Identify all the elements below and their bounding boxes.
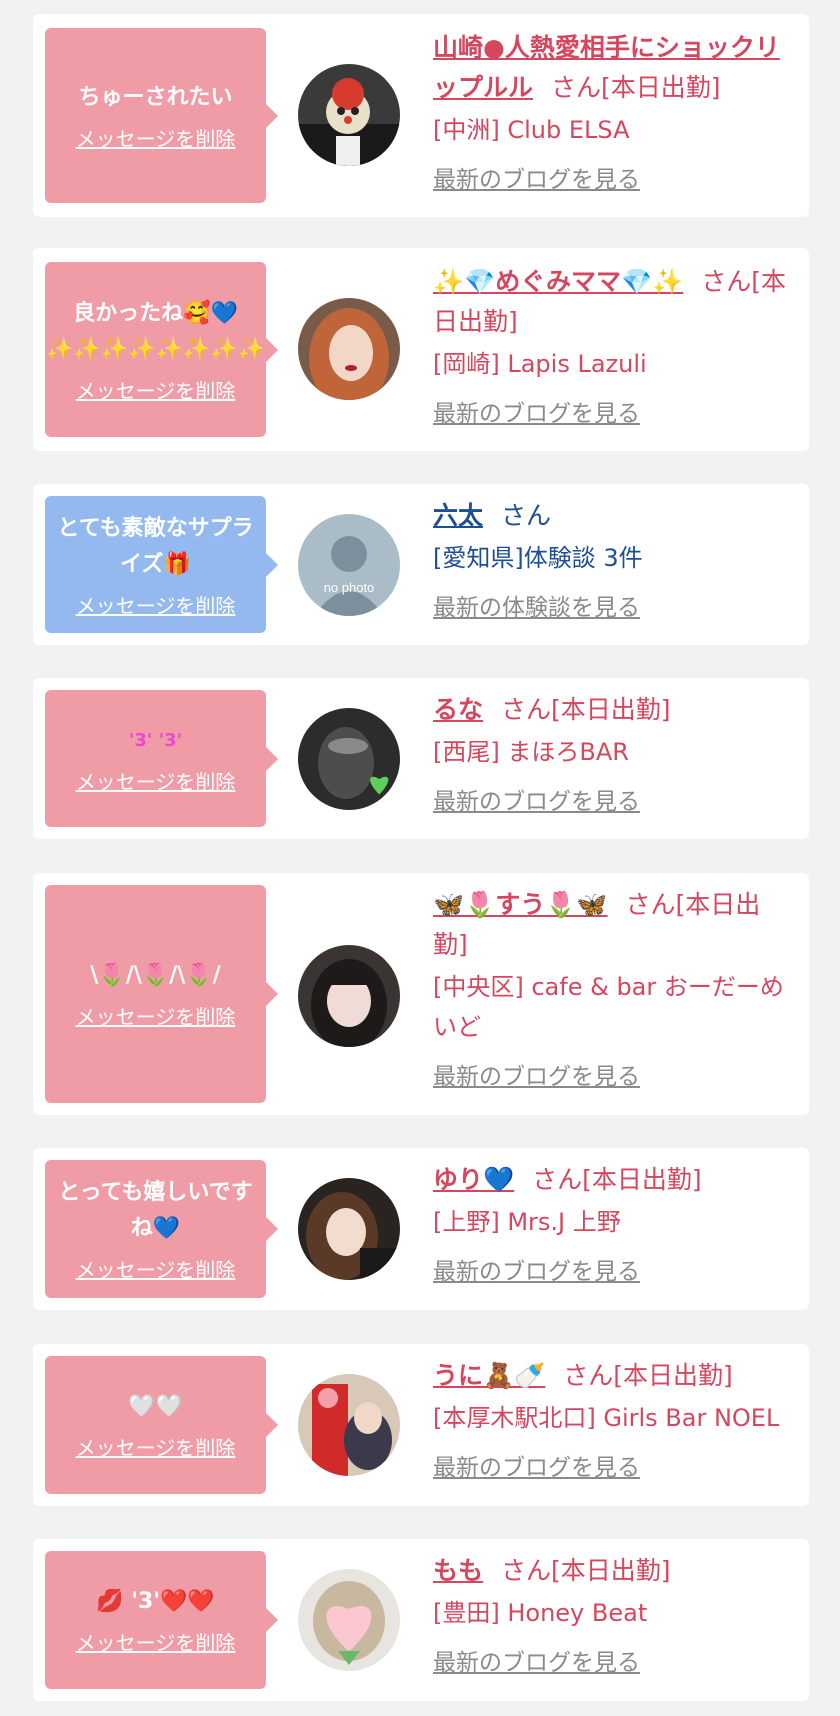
shop-name: [西尾] まほろBAR xyxy=(433,738,629,766)
delete-message-link[interactable]: メッセージを削除 xyxy=(76,1257,236,1283)
message-card: 🤍🤍 メッセージを削除 うに🧸🍼 さん[本日出勤] [本厚木駅北口] Girls … xyxy=(33,1344,809,1506)
san-label: さん xyxy=(625,890,676,919)
delete-message-link[interactable]: メッセージを削除 xyxy=(76,1435,236,1461)
san-label: さん xyxy=(563,1361,614,1390)
message-bubble: 💋 '3'❤️❤️ メッセージを削除 xyxy=(45,1551,278,1689)
attendance-status: [本日出勤] xyxy=(582,1165,702,1194)
cast-info: 山崎●人熱愛相手にショックリップルル さん[本日出勤] [中洲] Club ELS… xyxy=(433,28,793,194)
message-bubble: とても素敵なサプライズ🎁 メッセージを削除 xyxy=(45,496,278,633)
latest-blog-link[interactable]: 最新のブログを見る xyxy=(433,1643,640,1677)
cast-info: ✨💎めぐみママ💎✨ さん[本日出勤] [岡崎] Lapis Lazuli 最新のブ… xyxy=(433,262,793,428)
cast-info: るな さん[本日出勤] [西尾] まほろBAR 最新のブログを見る xyxy=(433,690,793,816)
delete-message-link[interactable]: メッセージを削除 xyxy=(76,769,236,795)
cast-name-link[interactable]: うに🧸🍼 xyxy=(433,1361,545,1390)
delete-message-link[interactable]: メッセージを削除 xyxy=(76,126,236,152)
cast-name-link[interactable]: ✨💎めぐみママ💎✨ xyxy=(433,267,683,296)
san-label: さん xyxy=(532,1165,583,1194)
message-bubble: '3' '3' メッセージを削除 xyxy=(45,690,278,827)
message-bubble: ちゅーされたい メッセージを削除 xyxy=(45,28,278,203)
message-text: ちゅーされたい xyxy=(78,84,233,110)
san-label: さん xyxy=(501,695,552,724)
message-text: とても素敵なサプライズ🎁 xyxy=(57,515,254,577)
avatar[interactable] xyxy=(298,708,400,810)
message-list: ちゅーされたい メッセージを削除 山崎●人熱愛相手にショックリップルル さん[本日… xyxy=(0,0,840,1716)
message-text: 💋 '3'❤️❤️ xyxy=(96,1589,215,1614)
delete-message-link[interactable]: メッセージを削除 xyxy=(76,1004,236,1030)
shop-name: [豊田] Honey Beat xyxy=(433,1599,648,1627)
avatar[interactable] xyxy=(298,64,400,166)
latest-review-link[interactable]: 最新の体験談を見る xyxy=(433,588,640,622)
cast-info: もも さん[本日出勤] [豊田] Honey Beat 最新のブログを見る xyxy=(433,1551,793,1677)
attendance-status: [本日出勤] xyxy=(551,1556,671,1585)
latest-blog-link[interactable]: 最新のブログを見る xyxy=(433,1448,640,1482)
message-card: \🌷/\🌷/\🌷/ メッセージを削除 🦋🌷すう🌷🦋 さん[本日出勤] [中央区] … xyxy=(33,873,809,1115)
latest-blog-link[interactable]: 最新のブログを見る xyxy=(433,782,640,816)
latest-blog-link[interactable]: 最新のブログを見る xyxy=(433,160,640,194)
reviewer-name-link[interactable]: 六太 xyxy=(433,501,483,530)
message-text: '3' '3' xyxy=(128,729,183,751)
attendance-status: [本日出勤] xyxy=(551,695,671,724)
attendance-status: [本日出勤] xyxy=(613,1361,733,1390)
message-card: とても素敵なサプライズ🎁 メッセージを削除 no photo 六太 さん [愛知県… xyxy=(33,484,809,645)
cast-info: 六太 さん [愛知県]体験談 3件 最新の体験談を見る xyxy=(433,496,793,622)
cast-info: 🦋🌷すう🌷🦋 さん[本日出勤] [中央区] cafe & bar おーだーめいど … xyxy=(433,885,793,1091)
shop-name: [上野] Mrs.J 上野 xyxy=(433,1208,621,1236)
delete-message-link[interactable]: メッセージを削除 xyxy=(76,1630,236,1656)
shop-name: [中洲] Club ELSA xyxy=(433,116,630,144)
attendance-status: [本日出勤] xyxy=(601,73,721,102)
message-bubble: とっても嬉しいですね💙 メッセージを削除 xyxy=(45,1160,278,1298)
shop-name: [本厚木駅北口] Girls Bar NOEL xyxy=(433,1404,780,1432)
message-text: とっても嬉しいですね💙 xyxy=(58,1180,253,1241)
cast-name-link[interactable]: ゆり💙 xyxy=(433,1165,514,1194)
review-count: [愛知県]体験談 3件 xyxy=(433,544,643,572)
avatar[interactable] xyxy=(298,298,400,400)
message-card: '3' '3' メッセージを削除 るな さん[本日出勤] [西尾] まほろBAR … xyxy=(33,678,809,839)
san-label: さん xyxy=(501,501,552,530)
avatar[interactable] xyxy=(298,1178,400,1280)
latest-blog-link[interactable]: 最新のブログを見る xyxy=(433,1252,640,1286)
shop-name: [中央区] cafe & bar おーだーめいど xyxy=(433,973,784,1041)
avatar[interactable] xyxy=(298,945,400,1047)
delete-message-link[interactable]: メッセージを削除 xyxy=(76,378,236,404)
message-card: とっても嬉しいですね💙 メッセージを削除 ゆり💙 さん[本日出勤] [上野] Mr… xyxy=(33,1148,809,1310)
san-label: さん xyxy=(501,1556,552,1585)
message-bubble: 🤍🤍 メッセージを削除 xyxy=(45,1356,278,1494)
san-label: さん xyxy=(551,73,602,102)
cast-name-link[interactable]: るな xyxy=(433,695,483,724)
latest-blog-link[interactable]: 最新のブログを見る xyxy=(433,1057,640,1091)
message-text: 良かったね🥰💙✨✨✨✨✨✨✨✨ xyxy=(45,300,266,362)
cast-info: ゆり💙 さん[本日出勤] [上野] Mrs.J 上野 最新のブログを見る xyxy=(433,1160,793,1286)
latest-blog-link[interactable]: 最新のブログを見る xyxy=(433,394,640,428)
message-card: ちゅーされたい メッセージを削除 山崎●人熱愛相手にショックリップルル さん[本日… xyxy=(33,14,809,217)
avatar[interactable] xyxy=(298,1374,400,1476)
message-card: 良かったね🥰💙✨✨✨✨✨✨✨✨ メッセージを削除 ✨💎めぐみママ💎✨ さん[本日出… xyxy=(33,248,809,451)
message-text: \🌷/\🌷/\🌷/ xyxy=(90,963,221,988)
cast-name-link[interactable]: もも xyxy=(433,1556,483,1585)
shop-name: [岡崎] Lapis Lazuli xyxy=(433,350,647,378)
avatar[interactable] xyxy=(298,1569,400,1671)
san-label: さん xyxy=(701,267,752,296)
cast-info: うに🧸🍼 さん[本日出勤] [本厚木駅北口] Girls Bar NOEL 最新の… xyxy=(433,1356,793,1482)
svg-text:no photo: no photo xyxy=(324,580,375,595)
delete-message-link[interactable]: メッセージを削除 xyxy=(76,593,236,619)
message-card: 💋 '3'❤️❤️ メッセージを削除 もも さん[本日出勤] [豊田] Honey… xyxy=(33,1539,809,1701)
message-text: 🤍🤍 xyxy=(128,1394,183,1419)
cast-name-link[interactable]: 🦋🌷すう🌷🦋 xyxy=(433,890,608,919)
no-photo-avatar[interactable]: no photo xyxy=(298,514,400,616)
message-bubble: 良かったね🥰💙✨✨✨✨✨✨✨✨ メッセージを削除 xyxy=(45,262,278,437)
message-bubble: \🌷/\🌷/\🌷/ メッセージを削除 xyxy=(45,885,278,1103)
